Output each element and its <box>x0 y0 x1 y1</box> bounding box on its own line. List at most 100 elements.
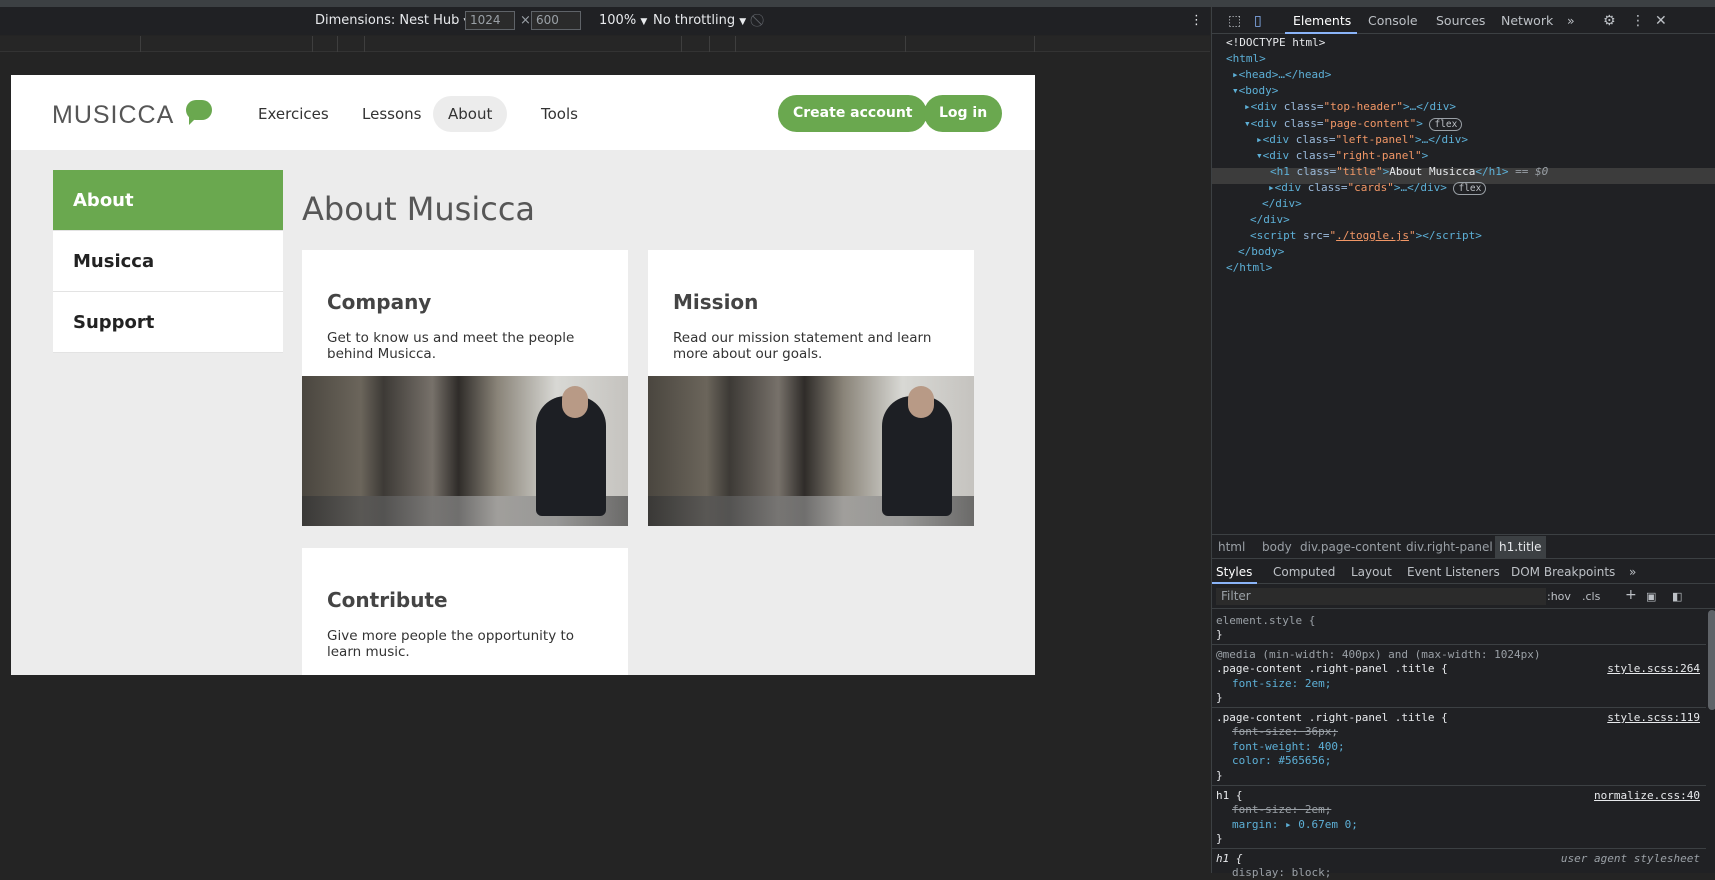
devtools-panel: ⬚ ▯ Elements Console Sources Network » ⚙… <box>1211 7 1715 879</box>
rule-source-link[interactable]: style.scss:264 <box>1607 662 1700 676</box>
card-mission[interactable]: Mission Read our mission statement and l… <box>648 250 974 526</box>
rule-selector[interactable]: h1 { <box>1216 852 1243 866</box>
hov-toggle[interactable]: :hov <box>1547 590 1571 603</box>
left-panel-item-about[interactable]: About <box>53 170 283 231</box>
card-text: Give more people the opportunity to lear… <box>327 628 575 660</box>
breadcrumb: html body div.page-content div.right-pan… <box>1212 534 1715 558</box>
rule-source-link[interactable]: normalize.css:40 <box>1594 789 1700 803</box>
close-icon[interactable]: ✕ <box>1655 13 1667 29</box>
more-subtabs-button[interactable]: » <box>1629 565 1636 579</box>
more-options-icon[interactable]: ⋮ <box>1190 13 1203 28</box>
cls-toggle[interactable]: .cls <box>1582 590 1600 603</box>
left-panel-item-support[interactable]: Support <box>53 292 283 353</box>
rule-property-overridden[interactable]: font-size: 2em; <box>1216 803 1331 817</box>
paint-icon[interactable]: ▣ <box>1646 590 1656 603</box>
left-panel-item-musicca[interactable]: Musicca <box>53 231 283 292</box>
styles-scrollbar[interactable] <box>1708 610 1715 710</box>
nav-exercices[interactable]: Exercices <box>243 96 344 132</box>
height-input[interactable]: 600 <box>531 11 581 30</box>
site-header: MUSICCA Exercices Lessons About Tools Cr… <box>11 75 1035 150</box>
breadcrumb-html[interactable]: html <box>1218 540 1245 554</box>
window-top-strip <box>0 0 1715 7</box>
card-contribute[interactable]: Contribute Give more people the opportun… <box>302 548 628 675</box>
add-rule-icon[interactable]: + <box>1625 587 1637 603</box>
rule-property[interactable]: color: #565656; <box>1216 754 1331 768</box>
width-input[interactable]: 1024 <box>465 11 515 30</box>
active-subtab-underline <box>1212 582 1257 584</box>
rule-close: } <box>1216 691 1223 704</box>
dom-html[interactable]: <html> <box>1226 51 1266 67</box>
nav-lessons[interactable]: Lessons <box>347 96 436 132</box>
rule-element-style[interactable]: element.style { <box>1216 614 1315 628</box>
card-text: Get to know us and meet the people behin… <box>327 330 575 362</box>
rule-property-overridden[interactable]: font-size: 36px; <box>1216 725 1338 739</box>
devtools-tabs: ⬚ ▯ Elements Console Sources Network » ⚙… <box>1212 7 1715 34</box>
more-tabs-button[interactable]: » <box>1567 13 1575 28</box>
dom-html-close[interactable]: </html> <box>1226 260 1272 276</box>
dom-script[interactable]: <script src="./toggle.js"></script> <box>1250 228 1482 244</box>
more-options-icon[interactable]: ⋮ <box>1631 13 1645 29</box>
dom-doctype[interactable]: <!DOCTYPE html> <box>1226 35 1325 51</box>
subtab-dom-breakpoints[interactable]: DOM Breakpoints <box>1511 565 1615 579</box>
create-account-button[interactable]: Create account <box>778 95 928 132</box>
dom-div-close[interactable]: </div> <box>1250 212 1290 228</box>
styles-filter-bar: Filter :hov .cls + ▣ ◧ <box>1212 585 1715 609</box>
device-dimensions-select[interactable]: Dimensions: Nest Hub ▼ <box>315 13 470 28</box>
card-text: Read our mission statement and learn mor… <box>673 330 932 362</box>
dom-body[interactable]: ▾<body> <box>1232 83 1278 99</box>
nav-about[interactable]: About <box>433 96 508 132</box>
sidebar-toggle-icon[interactable]: ◧ <box>1672 590 1682 603</box>
tab-elements[interactable]: Elements <box>1293 13 1351 28</box>
rule-source-link[interactable]: style.scss:119 <box>1607 711 1700 725</box>
dom-top-header[interactable]: ▸<div class="top-header">…</div> <box>1244 99 1456 115</box>
music-note-icon <box>186 100 212 125</box>
site-logo[interactable]: MUSICCA <box>52 101 174 130</box>
left-panel: About Musicca Support <box>53 170 283 353</box>
dom-right-panel[interactable]: ▾<div class="right-panel"> <box>1256 148 1428 164</box>
login-button[interactable]: Log in <box>924 95 1003 132</box>
rule-selector[interactable]: h1 { <box>1216 789 1243 803</box>
dom-cards[interactable]: ▸<div class="cards">…</div> flex <box>1268 180 1487 197</box>
inspect-element-icon[interactable]: ⬚ <box>1228 13 1241 29</box>
tab-sources[interactable]: Sources <box>1436 13 1485 28</box>
nav-tools[interactable]: Tools <box>526 96 593 132</box>
device-toolbar: Dimensions: Nest Hub ▼ 1024 × 600 100% ▼… <box>0 7 1210 35</box>
device-toggle-icon[interactable]: ▯ <box>1254 13 1262 29</box>
breadcrumb-h1-title[interactable]: h1.title <box>1495 536 1546 558</box>
settings-gear-icon[interactable]: ⚙ <box>1603 13 1616 29</box>
tab-console[interactable]: Console <box>1368 13 1418 28</box>
throttling-select[interactable]: No throttling ▼ <box>653 13 746 28</box>
rule-property[interactable]: margin: ▸ 0.67em 0; <box>1216 818 1358 832</box>
dom-left-panel[interactable]: ▸<div class="left-panel">…</div> <box>1256 132 1468 148</box>
chevron-down-icon: ▼ <box>640 17 648 27</box>
dom-div-close[interactable]: </div> <box>1262 196 1302 212</box>
subtab-styles[interactable]: Styles <box>1216 565 1252 579</box>
card-title: Contribute <box>327 588 448 612</box>
dom-body-close[interactable]: </body> <box>1238 244 1284 260</box>
subtab-layout[interactable]: Layout <box>1351 565 1392 579</box>
card-company[interactable]: Company Get to know us and meet the peop… <box>302 250 628 526</box>
dom-page-content[interactable]: ▾<div class="page-content"> flex <box>1244 116 1463 133</box>
dimensions-label: Dimensions: Nest Hub <box>315 13 460 28</box>
subtab-computed[interactable]: Computed <box>1273 565 1335 579</box>
emulated-viewport: MUSICCA Exercices Lessons About Tools Cr… <box>11 75 1035 675</box>
page-title: About Musicca <box>302 190 536 228</box>
card-image <box>648 376 974 526</box>
media-query: @media (min-width: 400px) and (max-width… <box>1216 648 1541 661</box>
chevron-down-icon: ▼ <box>739 17 747 27</box>
subtab-event-listeners[interactable]: Event Listeners <box>1407 565 1500 579</box>
rule-property[interactable]: display: block; <box>1216 866 1331 880</box>
rule-property[interactable]: font-size: 2em; <box>1216 677 1331 691</box>
dom-h1-title[interactable]: <h1 class="title">About Musicca</h1> == … <box>1270 164 1548 180</box>
breadcrumb-page-content[interactable]: div.page-content <box>1300 540 1401 554</box>
rule-close: } <box>1216 832 1223 845</box>
rule-selector[interactable]: .page-content .right-panel .title { <box>1216 711 1448 725</box>
rule-selector[interactable]: .page-content .right-panel .title { <box>1216 662 1448 676</box>
styles-filter-input[interactable]: Filter <box>1216 588 1546 605</box>
dom-head[interactable]: ▸<head>…</head> <box>1232 67 1331 83</box>
rule-property[interactable]: font-weight: 400; <box>1216 740 1345 754</box>
zoom-select[interactable]: 100% ▼ <box>599 13 647 28</box>
tab-network[interactable]: Network <box>1501 13 1553 28</box>
breadcrumb-right-panel[interactable]: div.right-panel <box>1406 540 1493 554</box>
breadcrumb-body[interactable]: body <box>1262 540 1292 554</box>
